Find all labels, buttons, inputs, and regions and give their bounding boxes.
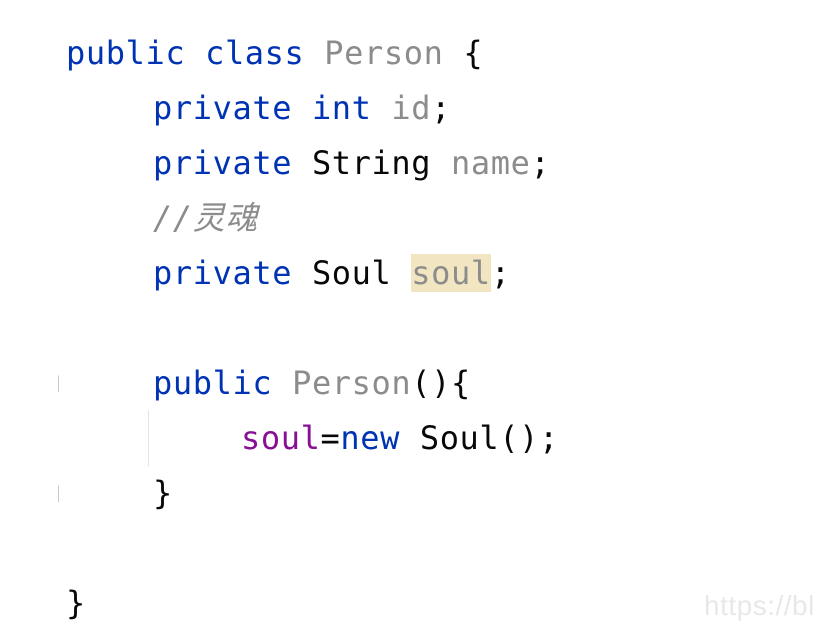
- close-brace: }: [66, 584, 86, 622]
- keyword-private: private: [153, 89, 293, 127]
- code-line-field-name: private String name;: [153, 143, 550, 183]
- code-line-comment: //灵魂: [153, 198, 258, 238]
- field-ref-soul: soul: [241, 419, 321, 457]
- code-line-constructor: public Person(){: [153, 363, 471, 403]
- comment: //灵魂: [153, 199, 258, 237]
- equals: =: [320, 419, 341, 457]
- code-line-class-decl: public class Person {: [66, 33, 483, 73]
- indent-guide: [148, 410, 149, 466]
- field-name: name: [451, 144, 531, 182]
- ctor-soul: Soul: [419, 419, 500, 457]
- field-id: id: [391, 89, 432, 127]
- close-brace: }: [153, 474, 173, 512]
- semicolon: ;: [490, 254, 511, 292]
- code-line-assignment: soul=new Soul();: [241, 418, 559, 458]
- constructor-name: Person: [292, 364, 412, 402]
- open-brace: {: [463, 34, 484, 72]
- code-editor[interactable]: public class Person { private int id; pr…: [0, 0, 826, 638]
- watermark: https://bl: [704, 590, 815, 621]
- code-line-close-constructor: }: [153, 473, 173, 513]
- keyword-class: class: [205, 34, 305, 72]
- keyword-public: public: [66, 34, 186, 72]
- type-string: String: [311, 144, 432, 182]
- keyword-private: private: [153, 254, 293, 292]
- code-line-field-soul: private Soul soul;: [153, 253, 511, 293]
- field-soul-highlighted: soul: [411, 254, 491, 292]
- keyword-public: public: [153, 364, 273, 402]
- semicolon: ;: [530, 144, 551, 182]
- call-parens: ();: [499, 419, 559, 457]
- semicolon: ;: [431, 89, 452, 127]
- class-name: Person: [324, 34, 444, 72]
- code-line-field-id: private int id;: [153, 88, 451, 128]
- fold-marker-icon[interactable]: [54, 375, 59, 392]
- type-int: int: [311, 89, 372, 127]
- code-line-close-class: }: [66, 583, 86, 623]
- type-soul: Soul: [311, 254, 392, 292]
- keyword-new: new: [340, 419, 400, 457]
- keyword-private: private: [153, 144, 293, 182]
- constructor-parens: (){: [411, 364, 471, 402]
- fold-marker-icon[interactable]: [54, 485, 59, 502]
